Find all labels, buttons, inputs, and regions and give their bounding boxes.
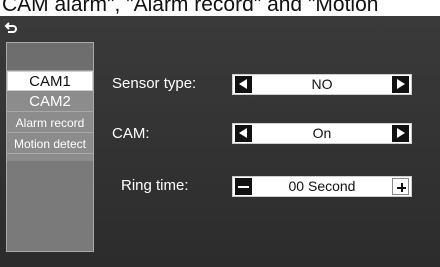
sensor-type-value: NO bbox=[311, 76, 333, 92]
cam-value: On bbox=[312, 125, 332, 141]
sensor-type-prev-button[interactable] bbox=[235, 76, 252, 93]
sidebar-header bbox=[7, 43, 93, 71]
sidebar-item-cam2[interactable]: CAM2 bbox=[7, 92, 93, 112]
ring-time-value: 00 Second bbox=[288, 178, 356, 194]
sidebar-item-label: Motion detect bbox=[13, 137, 87, 151]
cam-label: CAM: bbox=[112, 125, 150, 142]
back-arrow-glyph bbox=[4, 22, 17, 33]
ring-time-increase-button[interactable] bbox=[392, 178, 409, 195]
ring-time-decrease-button[interactable] bbox=[235, 178, 252, 195]
arrow-right-icon bbox=[397, 79, 405, 89]
cam-prev-button[interactable] bbox=[235, 125, 252, 142]
cam-selector: On bbox=[232, 123, 412, 144]
arrow-right-icon bbox=[397, 128, 405, 138]
sidebar-item-cam1[interactable]: CAM1 bbox=[7, 71, 93, 91]
settings-screen: CAM1 CAM2 Alarm record Motion detect Sen… bbox=[0, 16, 440, 267]
sidebar-empty-area bbox=[7, 161, 93, 251]
ring-time-label: Ring time: bbox=[121, 177, 189, 194]
ring-time-selector: 00 Second bbox=[232, 176, 412, 197]
sidebar-item-alarm-record[interactable]: Alarm record bbox=[7, 113, 93, 133]
sidebar-item-motion-detect[interactable]: Motion detect bbox=[7, 134, 93, 154]
sidebar: CAM1 CAM2 Alarm record Motion detect bbox=[6, 42, 94, 252]
arrow-left-icon bbox=[239, 79, 247, 89]
arrow-left-icon bbox=[239, 128, 247, 138]
sensor-type-next-button[interactable] bbox=[392, 76, 409, 93]
back-arrow-icon[interactable] bbox=[4, 22, 22, 38]
plus-icon-vertical bbox=[400, 183, 403, 192]
sidebar-item-label: CAM1 bbox=[29, 73, 71, 90]
sidebar-item-label: CAM2 bbox=[29, 93, 71, 110]
cam-next-button[interactable] bbox=[392, 125, 409, 142]
sensor-type-label: Sensor type: bbox=[112, 75, 197, 92]
sensor-type-selector: NO bbox=[232, 74, 412, 95]
sidebar-item-label: Alarm record bbox=[15, 116, 85, 130]
minus-icon bbox=[238, 185, 249, 188]
